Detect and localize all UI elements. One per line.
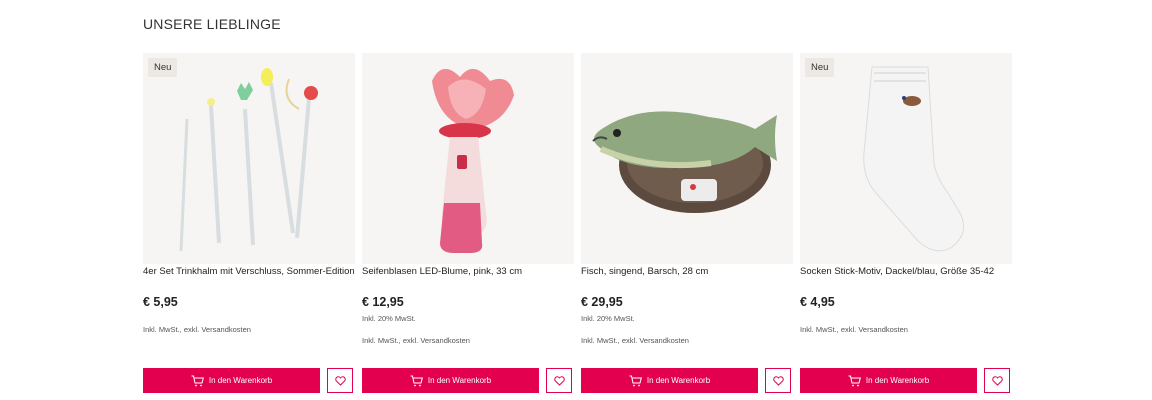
wishlist-button[interactable]	[984, 368, 1010, 393]
product-name[interactable]: 4er Set Trinkhalm mit Verschluss, Sommer…	[143, 266, 355, 277]
product-card[interactable]: Seifenblasen LED-Blume, pink, 33 cm € 12…	[362, 53, 574, 395]
product-card[interactable]: Neu Socken Stick-Motiv, Dackel/blau, Grö…	[800, 53, 1012, 395]
heart-icon	[334, 375, 346, 386]
product-name[interactable]: Socken Stick-Motiv, Dackel/blau, Größe 3…	[800, 266, 1012, 277]
add-to-cart-label: In den Warenkorb	[646, 376, 711, 385]
vat-note: Inkl. 20% MwSt.	[362, 314, 416, 323]
add-to-cart-label: In den Warenkorb	[427, 376, 492, 385]
wishlist-button[interactable]	[546, 368, 572, 393]
product-image[interactable]	[362, 53, 574, 264]
section-title: UNSERE LIEBLINGE	[143, 16, 281, 32]
shipping-note: Inkl. MwSt., exkl. Versandkosten	[581, 336, 689, 345]
add-to-cart-button[interactable]: In den Warenkorb	[362, 368, 539, 393]
product-price: € 5,95	[143, 295, 178, 309]
cart-icon	[410, 375, 423, 386]
wishlist-button[interactable]	[327, 368, 353, 393]
heart-icon	[991, 375, 1003, 386]
new-badge: Neu	[148, 58, 178, 77]
add-to-cart-label: In den Warenkorb	[208, 376, 273, 385]
heart-icon	[553, 375, 565, 386]
sock-image	[863, 66, 965, 252]
add-to-cart-label: In den Warenkorb	[865, 376, 930, 385]
product-image[interactable]	[581, 53, 793, 264]
singing-fish-image	[592, 111, 777, 213]
cart-icon	[848, 375, 861, 386]
add-to-cart-button[interactable]: In den Warenkorb	[143, 368, 320, 393]
product-image[interactable]: Neu	[143, 53, 355, 264]
product-name[interactable]: Seifenblasen LED-Blume, pink, 33 cm	[362, 266, 574, 277]
add-to-cart-button[interactable]: In den Warenkorb	[800, 368, 977, 393]
vat-note: Inkl. 20% MwSt.	[581, 314, 635, 323]
wishlist-button[interactable]	[765, 368, 791, 393]
product-name[interactable]: Fisch, singend, Barsch, 28 cm	[581, 266, 793, 277]
add-to-cart-button[interactable]: In den Warenkorb	[581, 368, 758, 393]
heart-icon	[772, 375, 784, 386]
product-card[interactable]: Fisch, singend, Barsch, 28 cm € 29,95 In…	[581, 53, 793, 395]
shipping-note: Inkl. MwSt., exkl. Versandkosten	[800, 325, 908, 334]
cart-icon	[629, 375, 642, 386]
product-price: € 12,95	[362, 295, 404, 309]
new-badge: Neu	[805, 58, 835, 77]
cart-icon	[191, 375, 204, 386]
product-card[interactable]: Neu 4er Set Trinkhalm mit Verschluss, So…	[143, 53, 355, 395]
product-grid: Neu 4er Set Trinkhalm mit Verschluss, So…	[143, 53, 1013, 398]
product-price: € 29,95	[581, 295, 623, 309]
shipping-note: Inkl. MwSt., exkl. Versandkosten	[143, 325, 251, 334]
shipping-note: Inkl. MwSt., exkl. Versandkosten	[362, 336, 470, 345]
straws-image	[179, 68, 318, 252]
product-price: € 4,95	[800, 295, 835, 309]
bubble-flower-image	[432, 68, 514, 253]
product-image[interactable]: Neu	[800, 53, 1012, 264]
